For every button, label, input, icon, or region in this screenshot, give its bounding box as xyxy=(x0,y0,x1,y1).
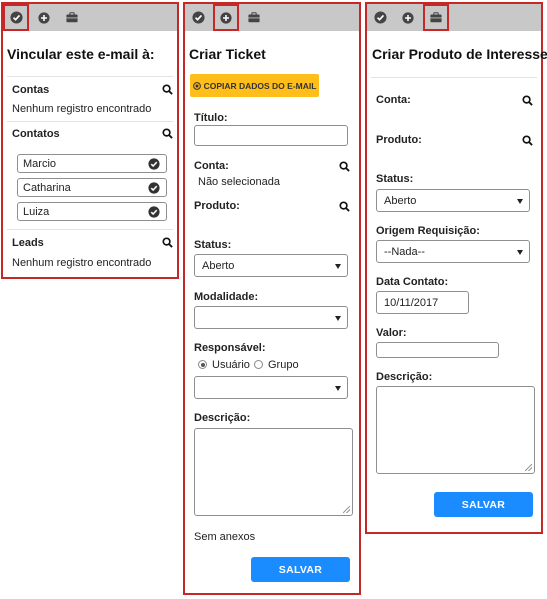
search-icon[interactable] xyxy=(339,161,350,172)
check-circle-icon[interactable] xyxy=(148,158,160,170)
chevron-down-icon xyxy=(335,263,341,269)
copy-email-data-button[interactable]: COPIAR DADOS DO E-MAIL xyxy=(190,74,319,97)
divider xyxy=(7,121,173,122)
plus-circle-icon xyxy=(220,11,232,24)
chevron-down-icon xyxy=(335,385,341,391)
contact-name: Luiza xyxy=(23,205,50,218)
check-circle-icon[interactable] xyxy=(148,182,160,194)
valor-input[interactable] xyxy=(376,342,499,358)
tab-create-product[interactable] xyxy=(423,4,449,31)
search-icon[interactable] xyxy=(522,95,533,106)
origem-select[interactable]: --Nada-- xyxy=(376,240,530,263)
briefcase-icon xyxy=(430,12,442,23)
produto-label: Produto: xyxy=(194,200,240,212)
section-heading-contas: Contas xyxy=(12,84,50,96)
panel-toolbar xyxy=(185,4,359,31)
search-icon[interactable] xyxy=(522,135,533,146)
contact-item[interactable]: Catharina xyxy=(17,178,167,197)
status-label: Status: xyxy=(194,239,232,251)
produto-label: Produto: xyxy=(376,134,422,146)
descricao-label: Descrição: xyxy=(376,371,433,383)
modalidade-select[interactable] xyxy=(194,306,348,329)
search-icon[interactable] xyxy=(162,237,173,248)
status-select[interactable]: Aberto xyxy=(194,254,348,277)
contact-item[interactable]: Marcio xyxy=(17,154,167,173)
responsavel-label: Responsável: xyxy=(194,342,266,354)
check-circle-icon xyxy=(9,11,23,24)
conta-label: Conta: xyxy=(194,160,229,172)
conta-value: Não selecionada xyxy=(198,176,280,188)
resize-handle[interactable] xyxy=(525,464,532,471)
descricao-textarea[interactable] xyxy=(194,428,353,516)
check-circle-icon xyxy=(191,11,205,24)
search-icon[interactable] xyxy=(339,201,350,212)
link-email-panel: Vincular este e-mail à: Contas Nenhum re… xyxy=(1,2,179,279)
tab-create-ticket[interactable] xyxy=(31,4,57,31)
titulo-input[interactable] xyxy=(194,125,348,146)
radio-grupo-label: Grupo xyxy=(268,359,299,371)
responsavel-select[interactable] xyxy=(194,376,348,399)
chevron-down-icon xyxy=(517,249,523,255)
resize-handle[interactable] xyxy=(343,506,350,513)
tab-create-product[interactable] xyxy=(59,4,85,31)
plus-circle-icon xyxy=(402,11,414,24)
page-title: Criar Produto de Interesse xyxy=(372,46,547,62)
plus-circle-icon xyxy=(38,11,50,24)
data-contato-value: 10/11/2017 xyxy=(384,296,439,309)
descricao-label: Descrição: xyxy=(194,412,251,424)
status-value: Aberto xyxy=(202,259,235,272)
save-button[interactable]: SALVAR xyxy=(251,557,350,582)
save-button[interactable]: SALVAR xyxy=(434,492,533,517)
chevron-down-icon xyxy=(517,198,523,204)
data-contato-label: Data Contato: xyxy=(376,276,449,288)
status-label: Status: xyxy=(376,173,414,185)
panel-toolbar xyxy=(3,4,177,31)
descricao-textarea[interactable] xyxy=(376,386,535,474)
section-heading-leads: Leads xyxy=(12,237,44,249)
panel-toolbar xyxy=(367,4,541,31)
tab-create-ticket[interactable] xyxy=(213,4,239,31)
contact-name: Marcio xyxy=(23,157,57,170)
conta-label: Conta: xyxy=(376,94,411,106)
search-icon[interactable] xyxy=(162,84,173,95)
valor-label: Valor: xyxy=(376,327,407,339)
check-circle-icon[interactable] xyxy=(148,206,160,218)
titulo-label: Título: xyxy=(194,112,228,124)
create-ticket-panel: Criar Ticket COPIAR DADOS DO E-MAIL Títu… xyxy=(183,2,361,595)
tab-link-email[interactable] xyxy=(3,4,29,31)
leads-empty-text: Nenhum registro encontrado xyxy=(12,257,152,269)
chevron-down-icon xyxy=(335,315,341,321)
create-product-panel: Criar Produto de Interesse Conta: Produt… xyxy=(365,2,547,534)
tab-link-email[interactable] xyxy=(185,4,211,31)
page-title: Criar Ticket xyxy=(189,46,266,62)
contact-name: Catharina xyxy=(23,181,71,194)
radio-grupo[interactable] xyxy=(254,360,263,369)
tab-create-product[interactable] xyxy=(241,4,267,31)
data-contato-input[interactable]: 10/11/2017 xyxy=(376,291,469,314)
status-value: Aberto xyxy=(384,194,417,207)
radio-usuario-label: Usuário xyxy=(212,359,250,371)
divider xyxy=(7,229,173,230)
contact-item[interactable]: Luiza xyxy=(17,202,167,221)
tab-create-ticket[interactable] xyxy=(395,4,421,31)
briefcase-icon xyxy=(66,12,78,23)
modalidade-label: Modalidade: xyxy=(194,291,259,303)
contas-empty-text: Nenhum registro encontrado xyxy=(12,103,152,115)
page-title: Vincular este e-mail à: xyxy=(7,46,155,62)
tab-link-email[interactable] xyxy=(367,4,393,31)
copy-icon xyxy=(192,81,201,90)
divider xyxy=(371,77,537,78)
origem-value: --Nada-- xyxy=(384,245,425,258)
radio-usuario[interactable] xyxy=(198,360,207,369)
copy-email-data-label: COPIAR DADOS DO E-MAIL xyxy=(203,80,317,91)
search-icon[interactable] xyxy=(162,128,173,139)
status-select[interactable]: Aberto xyxy=(376,189,530,212)
origem-label: Origem Requisição: xyxy=(376,225,480,237)
divider xyxy=(7,76,173,77)
check-circle-icon xyxy=(373,11,387,24)
section-heading-contatos: Contatos xyxy=(12,128,60,140)
attachments-text: Sem anexos xyxy=(194,531,256,543)
briefcase-icon xyxy=(248,12,260,23)
